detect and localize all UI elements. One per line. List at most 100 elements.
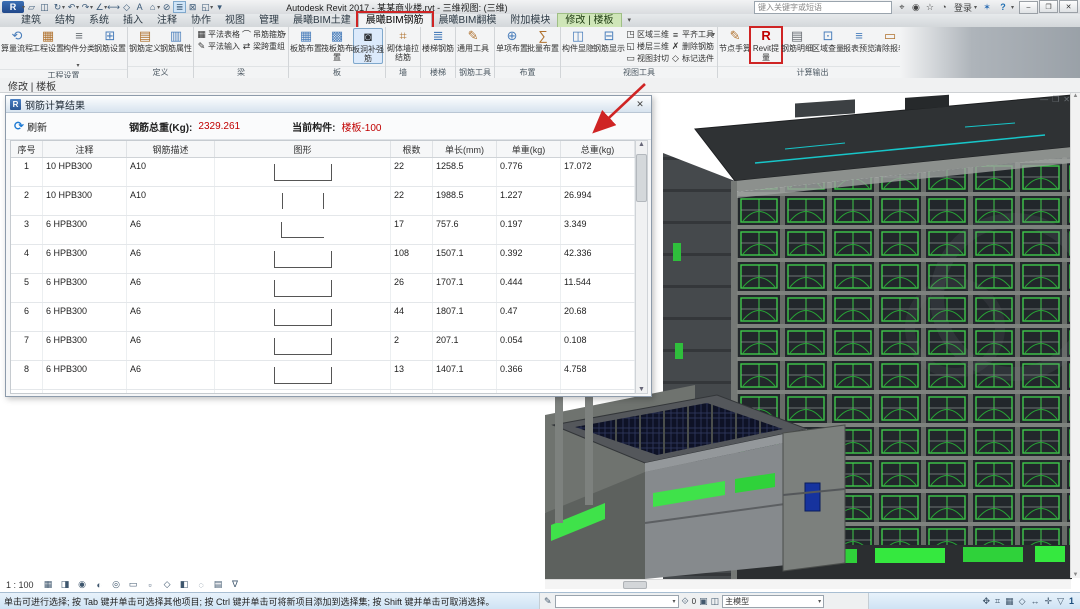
save-icon[interactable]: ◫ <box>38 1 51 13</box>
design-options-icon[interactable]: ◫ <box>711 596 720 607</box>
tab-系统[interactable]: 系统 <box>82 14 116 27</box>
tab-插入[interactable]: 插入 <box>116 14 150 27</box>
section-icon[interactable]: ⊘ <box>160 1 173 13</box>
button-视图封切[interactable]: ▭视图封切 <box>625 53 669 64</box>
signin-person-icon[interactable]: ◔ <box>938 2 950 13</box>
view-scale-button[interactable]: 1 : 100 <box>6 580 34 590</box>
table-row[interactable]: 56 HPB300A6261707.10.44411.544 <box>11 274 635 303</box>
tag-icon[interactable]: ◇ <box>120 1 133 13</box>
table-scrollbar[interactable]: ▲ ▼ <box>635 140 648 394</box>
tab-晨曦BIM钢筋[interactable]: 晨曦BIM钢筋 <box>358 13 432 27</box>
temporary-hide-isolate-icon[interactable]: ◧ <box>177 578 192 592</box>
drawing-area[interactable]: — ❐ ✕ ▲ ▼ R 钢筋计算结果 ✕ ⟳ 刷新 钢筋总重(Kg): 2329… <box>0 93 1080 592</box>
table-row[interactable]: 86 HPB300A6131407.10.3664.758 <box>11 361 635 390</box>
help-icon[interactable]: ? <box>997 2 1009 12</box>
communication-center-icon[interactable]: ◉ <box>910 2 922 13</box>
view-minimize-icon[interactable]: — <box>1040 95 1048 104</box>
button-钢筋属性[interactable]: ▥钢筋属性 <box>161 28 191 62</box>
table-row[interactable]: 36 HPB300A617757.60.1973.349 <box>11 216 635 245</box>
button-标记选件[interactable]: ◇标记选件 <box>670 53 715 64</box>
button-构件显隐[interactable]: ◫构件显隐 <box>563 28 593 62</box>
select-by-face-icon[interactable]: ↔ <box>1031 596 1040 607</box>
worksets-select[interactable]: ▾ <box>555 595 679 608</box>
button-caret-icon[interactable]: ▾ <box>712 31 715 38</box>
table-scroll-thumb[interactable] <box>636 154 647 202</box>
tab-晨曦BIM翻模[interactable]: 晨曦BIM翻模 <box>432 14 504 27</box>
editable-only-icon[interactable]: ✥ <box>982 596 990 607</box>
close-hidden-windows-icon[interactable]: ⊠ <box>186 1 199 13</box>
table-row[interactable]: 210 HPB300A10221988.51.22726.994 <box>11 187 635 216</box>
window-minimize-button[interactable]: – <box>1019 1 1038 14</box>
canvas-horizontal-scrollbar[interactable] <box>545 579 1071 589</box>
visual-style-icon[interactable]: ◨ <box>58 578 73 592</box>
aligned-dimension-icon[interactable]: ⟷ <box>107 1 120 13</box>
hscroll-thumb[interactable] <box>623 581 647 589</box>
locked-3d-view-icon[interactable]: ◇ <box>160 578 175 592</box>
signin-caret-icon[interactable]: ▾ <box>974 4 977 11</box>
button-板筋布置[interactable]: ▦板筋布置 <box>291 28 321 62</box>
table-row[interactable]: 76 HPB300A62207.10.0540.108 <box>11 332 635 361</box>
button-筏板筋布置[interactable]: ▩筏板筋布置 <box>322 28 352 62</box>
window-close-button[interactable]: ✕ <box>1059 0 1078 13</box>
refresh-button[interactable]: ⟳ 刷新 <box>14 119 47 134</box>
sun-path-icon[interactable]: ◉ <box>75 578 90 592</box>
dialog-close-icon[interactable]: ✕ <box>633 99 647 110</box>
tab-协作[interactable]: 协作 <box>184 14 218 27</box>
active-workset-icon[interactable]: ▣ <box>699 596 708 607</box>
editing-requests-icon[interactable]: ✎ <box>544 596 552 607</box>
button-平法输入[interactable]: ✎平法输入 <box>196 41 240 52</box>
thin-lines-icon[interactable]: ≣ <box>173 1 186 13</box>
search-input[interactable]: 键入关键字或短语 <box>754 1 892 14</box>
view-restore-icon[interactable]: ❐ <box>1052 95 1059 104</box>
requests-count-icon[interactable]: ⟐ <box>682 596 689 607</box>
tab-建筑[interactable]: 建筑 <box>14 14 48 27</box>
table-scroll-up-icon[interactable]: ▲ <box>638 141 645 148</box>
tab-注释[interactable]: 注释 <box>150 14 184 27</box>
button-吊筋箍筋[interactable]: ⌒吊筋箍筋▾ <box>241 29 286 40</box>
dialog-title-bar[interactable]: R 钢筋计算结果 ✕ <box>6 96 651 113</box>
design-options-select[interactable]: 主模型▾ <box>722 595 824 608</box>
tab-修改 | 楼板[interactable]: 修改 | 楼板 <box>557 13 621 27</box>
detail-level-icon[interactable]: ▦ <box>41 578 56 592</box>
tab-结构[interactable]: 结构 <box>48 14 82 27</box>
button-钢筋显示[interactable]: ⊟钢筋显示 <box>594 28 624 62</box>
tab-晨曦BIM土建[interactable]: 晨曦BIM土建 <box>286 14 358 27</box>
open-icon[interactable]: ▱ <box>25 1 38 13</box>
tab-附加模块[interactable]: 附加模块 <box>503 14 557 27</box>
button-平齐工具[interactable]: ≡平齐工具▾ <box>670 29 715 40</box>
show-constraints-icon[interactable]: ∇ <box>228 578 243 592</box>
crop-view-icon[interactable]: ▭ <box>126 578 141 592</box>
filter-icon[interactable]: ▽ <box>1057 596 1064 607</box>
table-scroll-down-icon[interactable]: ▼ <box>638 386 645 393</box>
button-梁跨重组[interactable]: ⇄梁跨重组 <box>241 41 286 52</box>
rendering-dialog-icon[interactable]: ◎ <box>109 578 124 592</box>
tab-管理[interactable]: 管理 <box>252 14 286 27</box>
button-报表预览[interactable]: ≡报表预览 <box>844 28 874 62</box>
tab-视图[interactable]: 视图 <box>218 14 252 27</box>
select-underlay-icon[interactable]: ▦ <box>1005 596 1014 607</box>
show-crop-region-icon[interactable]: ▫ <box>143 578 158 592</box>
drag-on-selection-icon[interactable]: ✛ <box>1045 596 1053 607</box>
button-caret-icon[interactable]: ▾ <box>76 62 79 69</box>
button-批量布置[interactable]: ∑批量布置 <box>528 28 558 62</box>
button-删除钢筋[interactable]: ✗删除钢筋 <box>670 41 715 52</box>
exchange-apps-icon[interactable]: ✶ <box>981 2 993 13</box>
button-caret-icon[interactable]: ▾ <box>283 31 286 38</box>
button-算量流程[interactable]: ⟲算量流程 <box>2 28 32 62</box>
button-区域查量[interactable]: ⊡区域查量 <box>813 28 843 62</box>
button-楼层三维[interactable]: ◱楼层三维 <box>625 41 669 52</box>
search-help-icon[interactable]: ⌖ <box>896 2 908 13</box>
signin-label[interactable]: 登录 <box>954 1 972 14</box>
button-钢筋定义[interactable]: ▤钢筋定义 <box>130 28 160 62</box>
favorites-icon[interactable]: ☆ <box>924 2 936 13</box>
canvas-vertical-scrollbar[interactable]: ▲ ▼ <box>1070 93 1080 578</box>
table-row[interactable]: 110 HPB300A10221258.50.77617.072 <box>11 158 635 187</box>
button-构件分类[interactable]: ≡构件分类▾ <box>64 28 94 69</box>
view-close-icon[interactable]: ✕ <box>1063 95 1070 104</box>
scroll-down-icon[interactable]: ▼ <box>1073 572 1079 578</box>
temporary-view-properties-icon[interactable]: ▤ <box>211 578 226 592</box>
scroll-up-icon[interactable]: ▲ <box>1073 93 1079 99</box>
button-单项布置[interactable]: ⊕单项布置 <box>497 28 527 62</box>
table-row[interactable]: 66 HPB300A6441807.10.4720.68 <box>11 303 635 332</box>
button-工程设置[interactable]: ▦工程设置 <box>33 28 63 62</box>
